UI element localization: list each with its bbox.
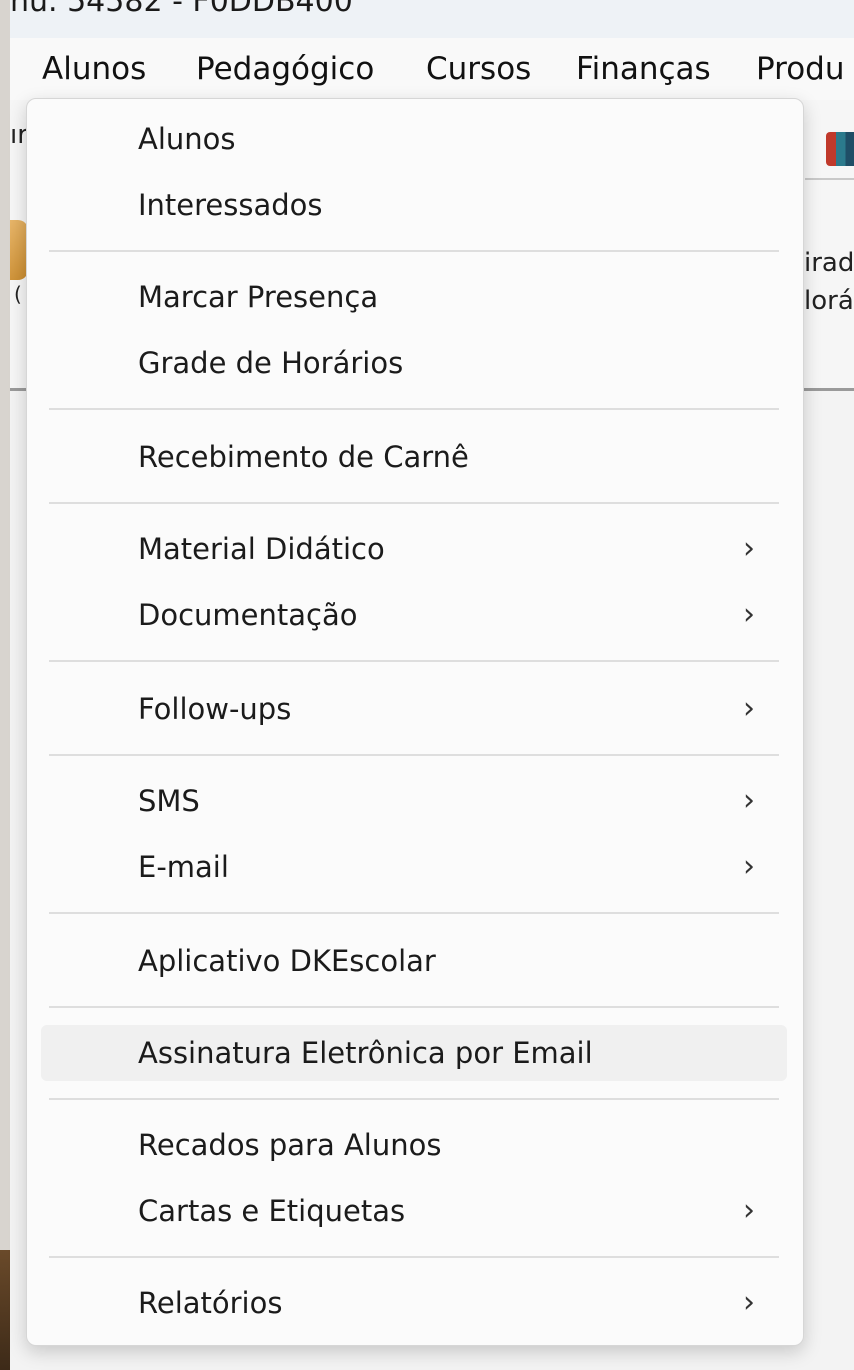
menu-item-label: Material Didático bbox=[138, 532, 385, 566]
toolbar-button-grade-label[interactable]: irad bbox=[804, 248, 854, 278]
menu-item-relatorios[interactable]: Relatórios › bbox=[41, 1275, 787, 1331]
menu-separator bbox=[49, 408, 779, 410]
menu-item-label: Recados para Alunos bbox=[138, 1128, 442, 1162]
menu-item-label: Alunos bbox=[138, 122, 236, 156]
menu-item-label: SMS bbox=[138, 784, 200, 818]
menu-item-label: Cartas e Etiquetas bbox=[138, 1194, 406, 1228]
menu-item-label: Documentação bbox=[138, 598, 358, 632]
menu-item-documentacao[interactable]: Documentação › bbox=[41, 587, 787, 643]
menu-item-alunos[interactable]: Alunos bbox=[41, 111, 787, 167]
menu-separator bbox=[49, 912, 779, 914]
menubar-pedagogico[interactable]: Pedagógico bbox=[196, 38, 374, 100]
menu-item-e-mail[interactable]: E-mail › bbox=[41, 839, 787, 895]
alunos-dropdown-menu: Alunos Interessados Marcar Presença Grad… bbox=[26, 98, 804, 1346]
window-title: nu. 54582 - F0DDB400 bbox=[10, 0, 353, 19]
menu-item-label: Grade de Horários bbox=[138, 346, 404, 380]
menu-item-material-didatico[interactable]: Material Didático › bbox=[41, 521, 787, 577]
chevron-right-icon: › bbox=[743, 597, 755, 632]
chevron-right-icon: › bbox=[743, 1193, 755, 1228]
menu-separator bbox=[49, 754, 779, 756]
window-title-bar: nu. 54582 - F0DDB400 bbox=[10, 0, 854, 38]
books-icon[interactable] bbox=[826, 132, 854, 166]
menu-item-marcar-presenca[interactable]: Marcar Presença bbox=[41, 269, 787, 325]
background-desktop bbox=[0, 1250, 10, 1370]
chevron-right-icon: › bbox=[743, 691, 755, 726]
menu-item-assinatura-eletronica[interactable]: Assinatura Eletrônica por Email bbox=[41, 1025, 787, 1081]
menu-item-recados-para-alunos[interactable]: Recados para Alunos bbox=[41, 1117, 787, 1173]
menu-separator bbox=[49, 502, 779, 504]
menubar-financas[interactable]: Finanças bbox=[576, 38, 711, 100]
menu-separator bbox=[49, 1006, 779, 1008]
menu-separator bbox=[49, 250, 779, 252]
chevron-right-icon: › bbox=[743, 849, 755, 884]
menu-item-label: Aplicativo DKEscolar bbox=[138, 944, 436, 978]
menubar-produtos[interactable]: Produ bbox=[756, 38, 845, 100]
menu-item-label: Marcar Presença bbox=[138, 280, 379, 314]
menu-separator bbox=[49, 660, 779, 662]
menu-item-label: Assinatura Eletrônica por Email bbox=[138, 1036, 593, 1070]
menu-item-sms[interactable]: SMS › bbox=[41, 773, 787, 829]
menu-item-recebimento-de-carne[interactable]: Recebimento de Carnê bbox=[41, 429, 787, 485]
menu-item-grade-de-horarios[interactable]: Grade de Horários bbox=[41, 335, 787, 391]
chevron-right-icon: › bbox=[743, 1285, 755, 1320]
toolbar-left-fragment-2: ( bbox=[14, 282, 22, 306]
menu-separator bbox=[49, 1098, 779, 1100]
menu-item-follow-ups[interactable]: Follow-ups › bbox=[41, 681, 787, 737]
toolbar-button-horarios-label[interactable]: lorá bbox=[804, 286, 854, 316]
menu-separator bbox=[49, 1256, 779, 1258]
menu-item-label: Recebimento de Carnê bbox=[138, 440, 469, 474]
menu-item-interessados[interactable]: Interessados bbox=[41, 177, 787, 233]
menu-item-label: Follow-ups bbox=[138, 692, 292, 726]
menu-bar: Alunos Pedagógico Cursos Finanças Produ bbox=[10, 38, 854, 101]
menu-item-cartas-e-etiquetas[interactable]: Cartas e Etiquetas › bbox=[41, 1183, 787, 1239]
menu-item-label: E-mail bbox=[138, 850, 229, 884]
menu-item-label: Interessados bbox=[138, 188, 323, 222]
menu-item-label: Relatórios bbox=[138, 1286, 283, 1320]
chevron-right-icon: › bbox=[743, 783, 755, 818]
chevron-right-icon: › bbox=[743, 531, 755, 566]
menubar-cursos[interactable]: Cursos bbox=[426, 38, 531, 100]
menubar-alunos[interactable]: Alunos bbox=[42, 38, 146, 100]
toolbar-divider bbox=[805, 178, 854, 180]
menu-item-aplicativo-dkescolar[interactable]: Aplicativo DKEscolar bbox=[41, 933, 787, 989]
